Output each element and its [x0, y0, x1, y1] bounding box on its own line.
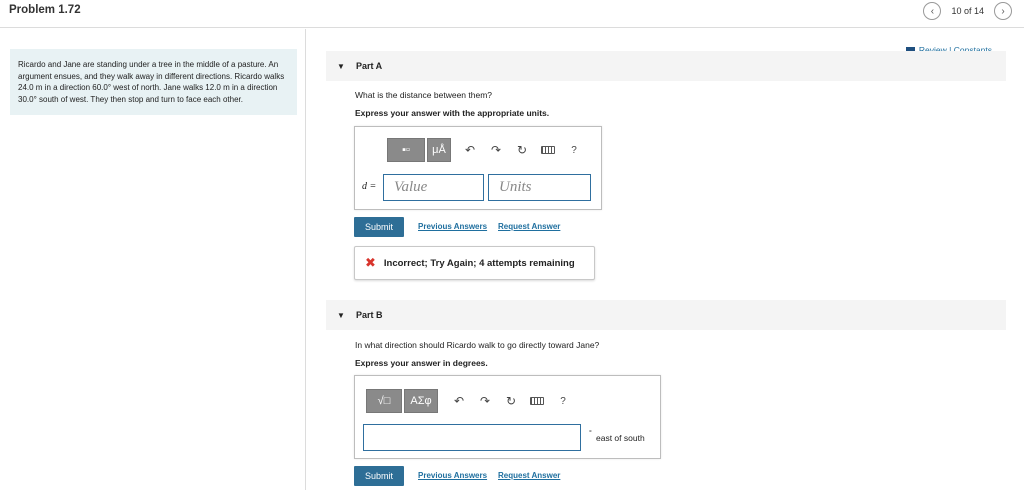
part-a-previous-answers-link[interactable]: Previous Answers: [418, 222, 487, 231]
templates-button[interactable]: ▪▫: [387, 138, 425, 162]
pager: ‹ 10 of 14 ›: [923, 2, 1012, 20]
collapse-triangle-icon[interactable]: ▼: [326, 62, 356, 71]
undo-icon[interactable]: ↶: [448, 394, 470, 408]
part-b-request-answer-link[interactable]: Request Answer: [498, 471, 560, 480]
feedback-incorrect: ✖ Incorrect; Try Again; 4 attempts remai…: [354, 246, 595, 280]
units-input[interactable]: Units: [488, 174, 591, 201]
keyboard-icon[interactable]: [537, 143, 559, 157]
degree-symbol: °: [589, 430, 592, 437]
help-icon[interactable]: ?: [552, 396, 574, 407]
collapse-triangle-icon[interactable]: ▼: [326, 311, 356, 320]
part-a-toolbar: ▪▫ μÅ ↶ ↷ ↻ ?: [387, 138, 585, 162]
direction-input[interactable]: [363, 424, 581, 451]
redo-icon[interactable]: ↷: [485, 143, 507, 157]
undo-icon[interactable]: ↶: [459, 143, 481, 157]
redo-icon[interactable]: ↷: [474, 394, 496, 408]
reset-icon[interactable]: ↻: [500, 394, 522, 408]
part-a-header[interactable]: ▼ Part A: [326, 51, 1006, 81]
help-icon[interactable]: ?: [563, 145, 585, 156]
feedback-text: Incorrect; Try Again; 4 attempts remaini…: [383, 257, 575, 269]
keyboard-icon[interactable]: [526, 394, 548, 408]
error-x-icon: ✖: [365, 255, 376, 270]
part-b-toolbar: √□ ΑΣφ ↶ ↷ ↻ ?: [366, 389, 574, 413]
part-b-title: Part B: [356, 310, 383, 320]
reset-icon[interactable]: ↻: [511, 143, 533, 157]
part-a-question: What is the distance between them?: [355, 90, 493, 100]
chevron-right-icon[interactable]: ›: [994, 2, 1012, 20]
problem-title: Problem 1.72: [9, 4, 81, 16]
chevron-left-icon[interactable]: ‹: [923, 2, 942, 20]
pager-text: 10 of 14: [951, 6, 984, 16]
distance-variable-label: d =: [362, 181, 377, 192]
units-button[interactable]: μÅ: [427, 138, 451, 162]
part-a-request-answer-link[interactable]: Request Answer: [498, 222, 560, 231]
value-input[interactable]: Value: [383, 174, 484, 201]
symbols-button[interactable]: ΑΣφ: [404, 389, 438, 413]
part-a-instruction: Express your answer with the appropriate…: [355, 108, 550, 118]
problem-statement: Ricardo and Jane are standing under a tr…: [10, 49, 297, 115]
part-a-submit-button[interactable]: Submit: [354, 217, 404, 237]
part-b-instruction: Express your answer in degrees.: [355, 358, 488, 368]
part-b-previous-answers-link[interactable]: Previous Answers: [418, 471, 487, 480]
part-a-title: Part A: [356, 61, 383, 71]
templates-icon: ▪▫: [402, 144, 410, 156]
direction-unit-text: east of south: [596, 433, 645, 443]
part-b-submit-button[interactable]: Submit: [354, 466, 404, 486]
problem-panel: Ricardo and Jane are standing under a tr…: [0, 29, 306, 490]
templates-icon: √□: [377, 395, 391, 407]
part-b-header[interactable]: ▼ Part B: [326, 300, 1006, 330]
top-bar: Problem 1.72 ‹ 10 of 14 ›: [0, 0, 1024, 28]
templates-button[interactable]: √□: [366, 389, 402, 413]
symbols-icon: ΑΣφ: [410, 395, 432, 407]
units-icon: μÅ: [432, 144, 446, 156]
part-b-question: In what direction should Ricardo walk to…: [355, 340, 600, 350]
